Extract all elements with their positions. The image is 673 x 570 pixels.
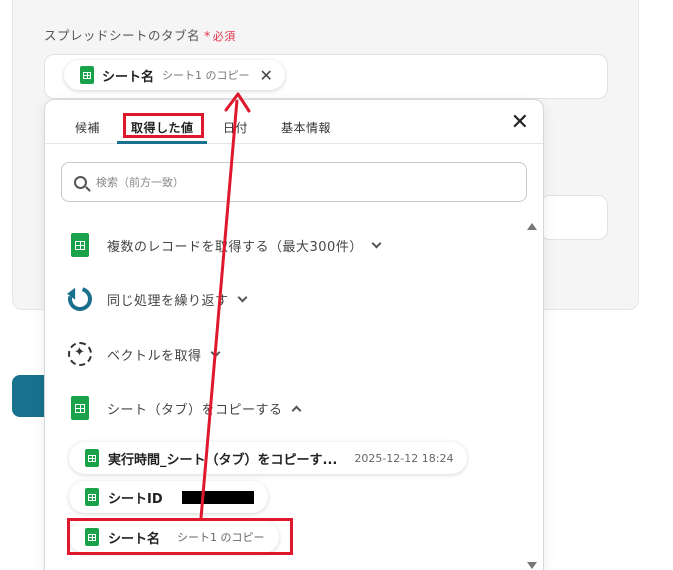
arrow-line	[199, 99, 239, 519]
annotation-arrow	[199, 92, 251, 519]
